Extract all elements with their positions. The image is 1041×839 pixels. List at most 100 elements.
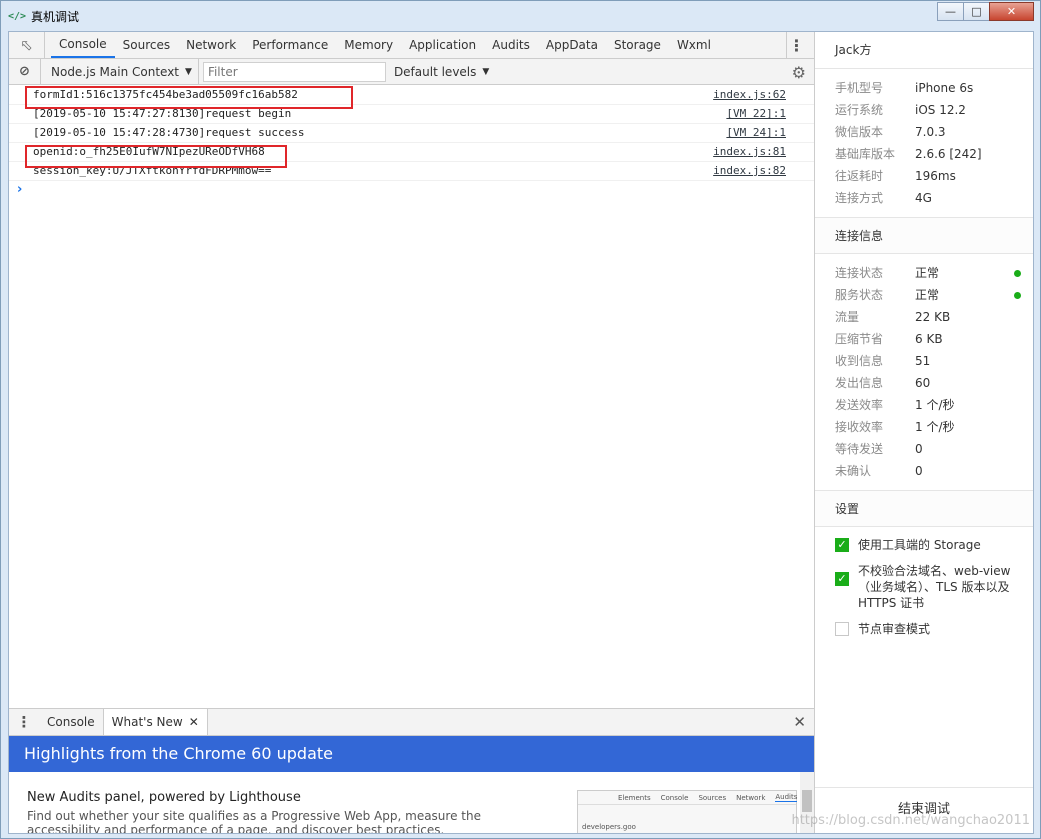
- info-label: 连接方式: [835, 191, 884, 205]
- console-message: [2019-05-10 15:47:28:4730]request succes…: [9, 124, 814, 143]
- thumbnail-tab: Console: [660, 793, 689, 802]
- console-toolbar: ⊘ Node.js Main Context ▼ Default levels …: [9, 59, 814, 85]
- tab-application[interactable]: Application: [401, 32, 484, 58]
- minimize-icon: —: [945, 5, 956, 18]
- message-source-link[interactable]: [VM 24]:1: [726, 124, 786, 142]
- drawer-tab-whatsnew[interactable]: What's New ✕: [102, 709, 208, 735]
- info-value: iPhone 6s: [915, 81, 974, 95]
- minimize-button[interactable]: —: [937, 2, 964, 21]
- levels-label: Default levels: [393, 64, 477, 79]
- tab-sources[interactable]: Sources: [115, 32, 178, 58]
- setting-label: 不校验合法域名、web-view（业务域名）、TLS 版本以及 HTTPS 证书: [858, 564, 1011, 610]
- info-value: 1 个/秒: [915, 420, 955, 434]
- info-label: 往返耗时: [835, 169, 884, 183]
- message-source-link[interactable]: index.js:62: [713, 86, 786, 104]
- checkbox[interactable]: [835, 622, 849, 636]
- device-row: 微信版本 7.0.3: [815, 121, 1033, 143]
- thumbnail-url: developers.goo: [582, 823, 636, 831]
- levels-caret-icon: ▼: [482, 66, 490, 77]
- window-controls: — □ ✕: [937, 2, 1034, 21]
- drawer-menu-icon[interactable]: ⋮: [9, 709, 39, 735]
- info-label: 未确认: [835, 464, 872, 478]
- tab-memory[interactable]: Memory: [336, 32, 401, 58]
- whatsnew-content: New Audits panel, powered by Lighthouse …: [9, 772, 814, 833]
- console-prompt[interactable]: ›: [9, 181, 814, 201]
- info-label: 等待发送: [835, 442, 884, 456]
- whatsnew-item-desc: Find out whether your site qualifies as …: [27, 809, 481, 833]
- maximize-button[interactable]: □: [963, 2, 990, 21]
- devtools-tabbar: ⬁ Console Sources Network Performance Memory…: [9, 32, 814, 59]
- message-source-link[interactable]: index.js:81: [713, 143, 786, 161]
- whatsnew-item-title: New Audits panel, powered by Lighthouse: [27, 790, 301, 805]
- tab-appdata[interactable]: AppData: [538, 32, 606, 58]
- clear-console-icon[interactable]: ⊘: [9, 59, 41, 84]
- highlight-box-openid: [25, 145, 287, 168]
- message-text: [2019-05-10 15:47:28:4730]request succes…: [33, 126, 305, 139]
- title-bar: </> 真机调试 — □ ✕: [1, 1, 1040, 31]
- info-label: 服务状态: [835, 288, 884, 302]
- conn-row: 等待发送 0: [815, 438, 1033, 460]
- device-row: 基础库版本 2.6.6 [242]: [815, 143, 1033, 165]
- info-label: 压缩节省: [835, 332, 884, 346]
- checkbox[interactable]: ✓: [835, 572, 849, 586]
- console-settings-gear-icon[interactable]: ⚙: [792, 63, 806, 82]
- tab-performance[interactable]: Performance: [244, 32, 336, 58]
- info-label: 运行系统: [835, 103, 884, 117]
- device-info-list: 手机型号 iPhone 6s 运行系统 iOS 12.2 微信版本 7.0.3 基础库版本 2…: [815, 77, 1033, 209]
- close-tab-icon[interactable]: ✕: [189, 715, 199, 729]
- context-selector[interactable]: Node.js Main Context ▼: [41, 59, 199, 84]
- conn-row: 发出信息 60: [815, 372, 1033, 394]
- tab-network[interactable]: Network: [178, 32, 244, 58]
- tab-console[interactable]: Console: [51, 32, 115, 58]
- drawer-tabbar: ⋮ Console What's New ✕ ✕: [9, 708, 814, 736]
- context-caret-icon: ▼: [185, 66, 192, 77]
- thumbnail-tab: Sources: [698, 793, 727, 802]
- tab-audits[interactable]: Audits: [484, 32, 538, 58]
- message-source-link[interactable]: index.js:82: [713, 162, 786, 180]
- info-value: 2.6.6 [242]: [915, 147, 982, 161]
- scrollbar-thumb[interactable]: [802, 790, 812, 812]
- info-label: 基础库版本: [835, 147, 896, 161]
- setting-label: 节点审查模式: [858, 622, 931, 636]
- tab-storage[interactable]: Storage: [606, 32, 669, 58]
- info-value: 0: [915, 442, 923, 456]
- setting-option[interactable]: ✓ 使用工具端的 Storage: [815, 537, 1033, 553]
- message-source-link[interactable]: [VM 22]:1: [726, 105, 786, 123]
- thumbnail-tab: Audits: [775, 793, 798, 802]
- conn-row: 发送效率 1 个/秒: [815, 394, 1033, 416]
- close-window-button[interactable]: ✕: [989, 2, 1034, 21]
- app-code-icon: </>: [7, 10, 27, 22]
- info-label: 手机型号: [835, 81, 884, 95]
- conn-row: 接收效率 1 个/秒: [815, 416, 1033, 438]
- info-label: 流量: [835, 310, 860, 324]
- info-value: 60: [915, 376, 931, 390]
- thumbnail-tabs: Elements Console Sources Network Audits: [578, 791, 798, 805]
- drawer-tab-console-label: Console: [47, 715, 95, 729]
- info-value: 0: [915, 464, 923, 478]
- highlight-box-formid: [25, 86, 353, 109]
- info-value: 51: [915, 354, 931, 368]
- setting-option[interactable]: 节点审查模式: [815, 621, 1033, 637]
- thumbnail-tab: Network: [736, 793, 766, 802]
- inspect-element-icon[interactable]: ⬁: [9, 32, 45, 58]
- checkbox[interactable]: ✓: [835, 538, 849, 552]
- app-window: </> 真机调试 — □ ✕ ⬁ Console Sources Network Pe…: [0, 0, 1041, 839]
- status-ok-dot-icon: [1014, 292, 1021, 299]
- connection-info-list: 连接状态 正常 服务状态 正常 流量 22 KB 压缩节省 6 KB 收到信息 51 发出信息 60 发…: [815, 262, 1033, 482]
- device-row: 连接方式 4G: [815, 187, 1033, 209]
- device-row: 运行系统 iOS 12.2: [815, 99, 1033, 121]
- log-levels-dropdown[interactable]: Default levels ▼: [394, 65, 489, 79]
- whatsnew-thumbnail[interactable]: Elements Console Sources Network Audits deve…: [577, 790, 798, 833]
- info-value: iOS 12.2: [915, 103, 966, 117]
- more-options-icon[interactable]: ⋮: [786, 32, 806, 59]
- close-drawer-icon[interactable]: ✕: [793, 713, 806, 731]
- drawer-tab-console[interactable]: Console: [39, 709, 103, 735]
- console-output: formId1:516c1375fc454be3ad05509fc16ab582…: [9, 86, 814, 708]
- tab-wxml[interactable]: Wxml: [669, 32, 719, 58]
- thumbnail-tab: Elements: [618, 793, 651, 802]
- info-value: 196ms: [915, 169, 956, 183]
- settings-list: ✓ 使用工具端的 Storage ✓ 不校验合法域名、web-view（业务域名）、T…: [815, 527, 1033, 637]
- connection-section-title: 连接信息: [815, 217, 1033, 254]
- setting-option[interactable]: ✓ 不校验合法域名、web-view（业务域名）、TLS 版本以及 HTTPS 证…: [815, 563, 1033, 611]
- filter-input[interactable]: [202, 61, 386, 82]
